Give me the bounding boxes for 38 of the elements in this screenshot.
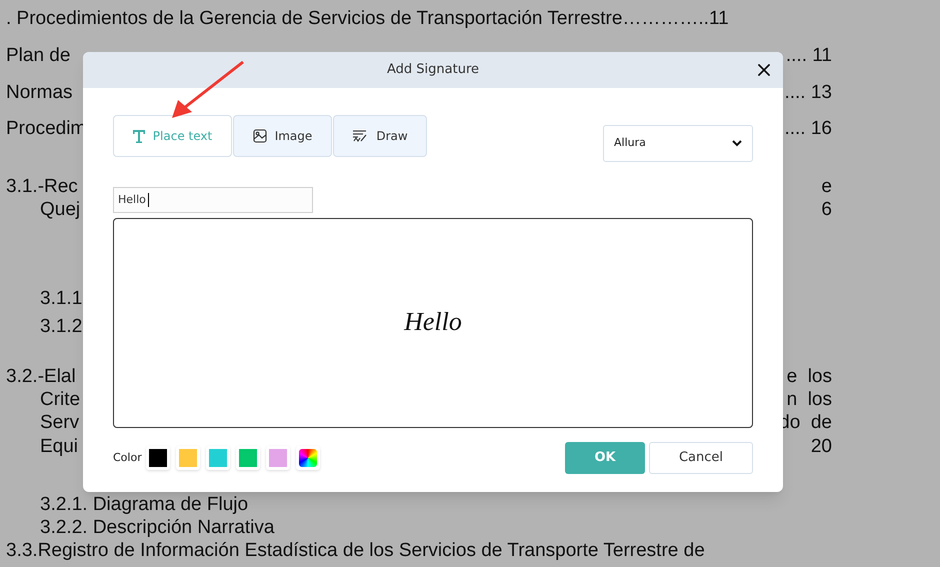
document-text: 3.3.Registro de Información Estadística de los Servicios de Transporte Terrestre de	[6, 539, 705, 562]
document-text: Crite	[40, 388, 80, 411]
document-text: n los	[786, 388, 832, 411]
pen-lines-icon	[352, 129, 368, 143]
document-text: 20	[810, 435, 832, 458]
document-text: . Procedimientos de la Gerencia de Servicios de Transportación Terrestre…………..11	[6, 7, 729, 30]
dialog-title: Add Signature	[386, 61, 479, 80]
document-text: Procedim	[6, 117, 86, 140]
signature-tab[interactable]: Draw	[333, 115, 427, 157]
color-picker-button[interactable]	[296, 446, 320, 470]
cancel-button[interactable]: Cancel	[649, 442, 753, 474]
document-text: .... 13	[784, 81, 832, 104]
image-icon	[252, 129, 267, 143]
document-text: 3.1.-Rec	[6, 175, 78, 198]
document-text: Serv	[40, 411, 80, 434]
signature-canvas[interactable]: Hello	[113, 218, 753, 428]
document-text: .... 11	[786, 44, 832, 67]
chevron-down-icon	[732, 140, 742, 147]
signature-preview: Hello	[404, 306, 462, 338]
document-text: e	[821, 175, 832, 198]
document-text: 3.2.-Elal	[6, 365, 76, 388]
color-wheel-icon	[298, 449, 317, 467]
document-text: 3.1.1	[40, 287, 82, 310]
text-icon	[132, 130, 145, 142]
font-select[interactable]: Allura	[603, 125, 753, 162]
document-text: Equi	[40, 435, 78, 458]
document-text: Quej	[40, 198, 80, 221]
color-label: Color	[113, 450, 142, 466]
document-text: .... 16	[784, 117, 832, 140]
document-text: 6	[821, 198, 832, 221]
document-text: e los	[786, 365, 832, 388]
signature-tab[interactable]: Image	[233, 115, 332, 157]
text-field[interactable]: Hello	[113, 187, 313, 213]
document-text: Normas	[6, 81, 73, 104]
document-text: Plan de	[6, 44, 70, 67]
document-text: 3.2.1. Diagrama de Flujo	[40, 493, 248, 516]
document-text: 3.2.2. Descripción Narrativa	[40, 516, 274, 539]
document-text: 3.1.2	[40, 315, 82, 338]
